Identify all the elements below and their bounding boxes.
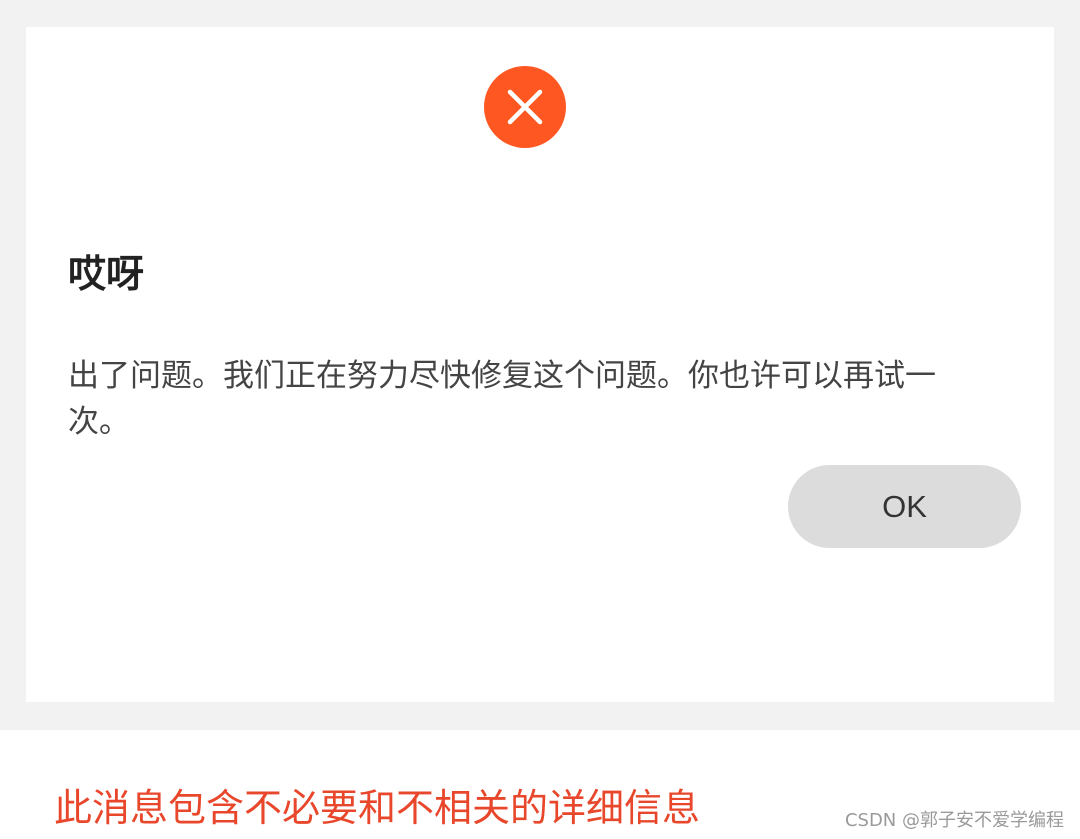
close-icon [484,66,566,148]
annotation-caption: 此消息包含不必要和不相关的详细信息 [54,786,701,830]
dialog-title: 哎呀 [68,252,145,296]
watermark: CSDN @郭子安不爱学编程 [844,810,1064,831]
dialog-message: 出了问题。我们正在努力尽快修复这个问题。你也许可以再试一次。 [68,358,936,440]
error-dialog: 哎呀 出了问题。我们正在努力尽快修复这个问题。你也许可以再试一次。 OK [26,27,1054,702]
ok-button[interactable]: OK [788,465,1021,548]
